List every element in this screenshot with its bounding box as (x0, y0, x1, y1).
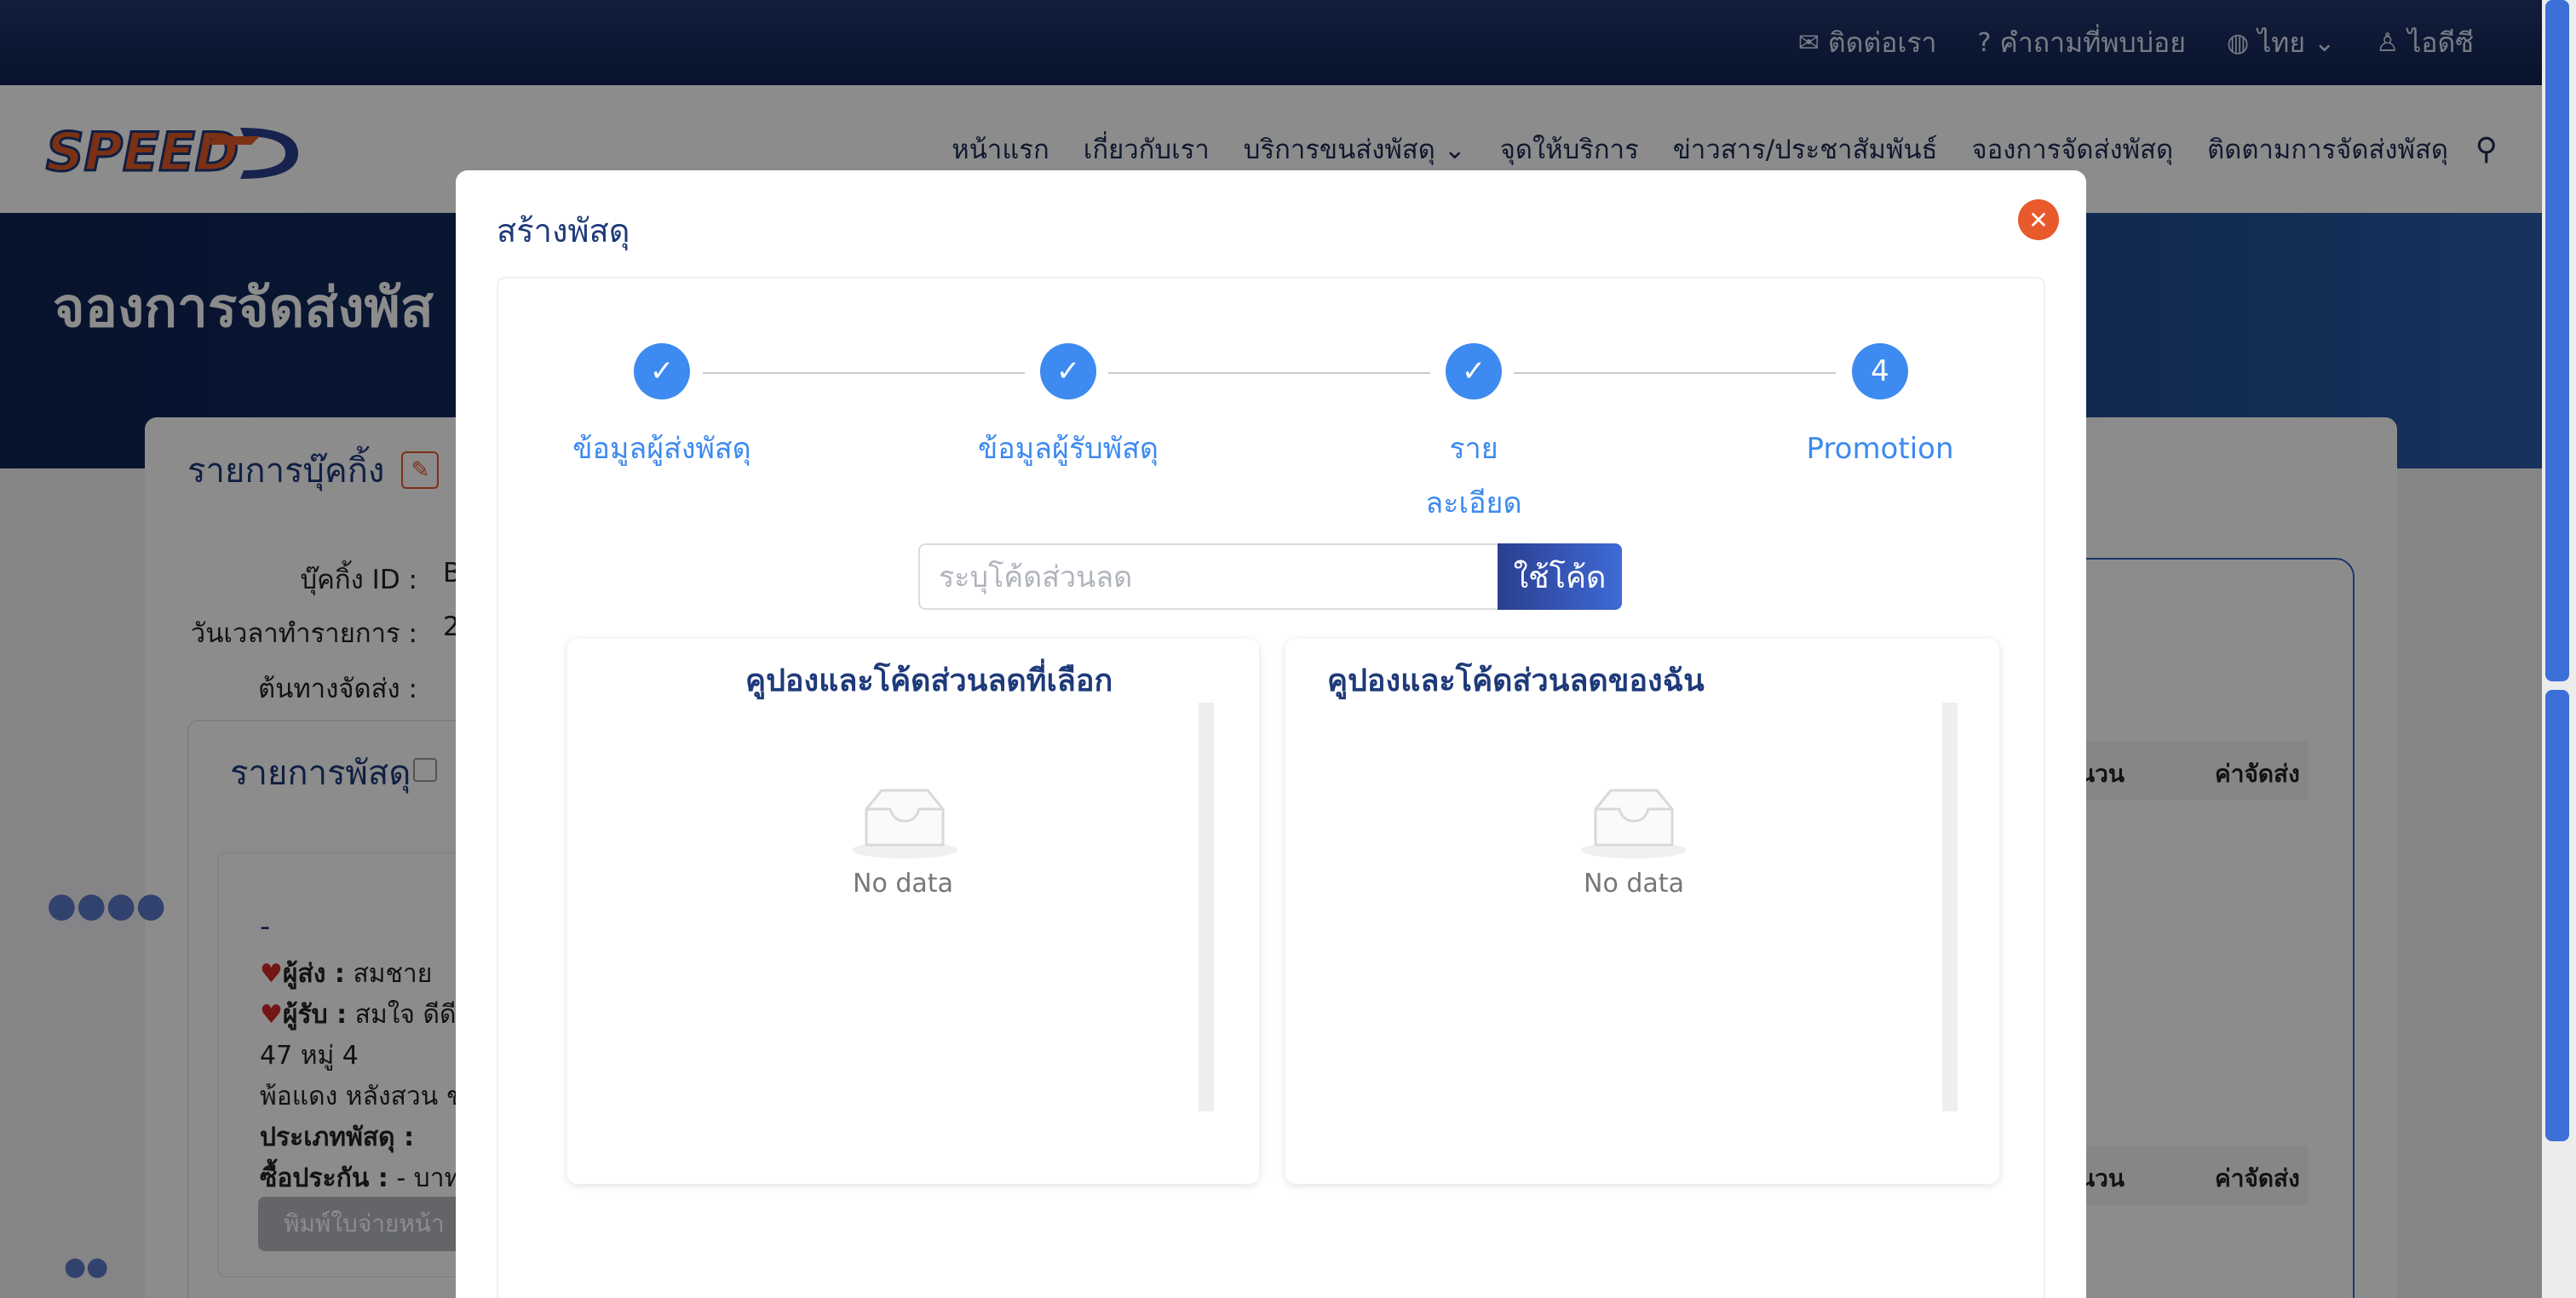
apply-code-button[interactable]: ใช้โค้ด (1498, 543, 1622, 610)
create-parcel-modal: สร้างพัสดุ ✕ ✓ ✓ ✓ 4 ข้อมูลผู้ส่งพัสดุ ข… (456, 170, 2086, 1298)
empty-inbox-icon (1581, 789, 1687, 859)
modal-title: สร้างพัสดุ (497, 212, 630, 250)
selected-coupons-scrollbar[interactable] (1199, 703, 1214, 1111)
step-4-indicator[interactable]: 4 (1852, 343, 1908, 399)
step-2-check-icon[interactable]: ✓ (1040, 343, 1096, 399)
step-1-label: ข้อมูลผู้ส่งพัสดุ (572, 432, 751, 466)
my-coupons-panel (1285, 639, 1999, 1184)
step-4-label: Promotion (1806, 432, 1954, 466)
step-2-label: ข้อมูลผู้รับพัสดุ (978, 432, 1159, 466)
empty-inbox-icon (852, 789, 957, 859)
step-connector (703, 372, 1025, 374)
selected-coupons-title: คูปองและโค้ดส่วนลดที่เลือก (745, 663, 1113, 698)
step-connector (1514, 372, 1836, 374)
selected-coupons-panel (567, 639, 1259, 1184)
page-scrollbar-thumb[interactable] (2545, 0, 2569, 681)
my-coupons-scrollbar[interactable] (1942, 703, 1958, 1111)
promo-code-input[interactable]: ระบุโค้ดส่วนลด (918, 543, 1498, 610)
close-icon[interactable]: ✕ (2018, 199, 2059, 240)
my-coupons-title: คูปองและโค้ดส่วนลดของฉัน (1327, 663, 1705, 698)
step-1-check-icon[interactable]: ✓ (634, 343, 690, 399)
my-coupons-empty-text: No data (1584, 869, 1684, 899)
step-connector (1108, 372, 1430, 374)
page-scrollbar-thumb-lower[interactable] (2545, 690, 2569, 1141)
selected-coupons-empty-text: No data (853, 869, 953, 899)
step-3-check-icon[interactable]: ✓ (1446, 343, 1502, 399)
